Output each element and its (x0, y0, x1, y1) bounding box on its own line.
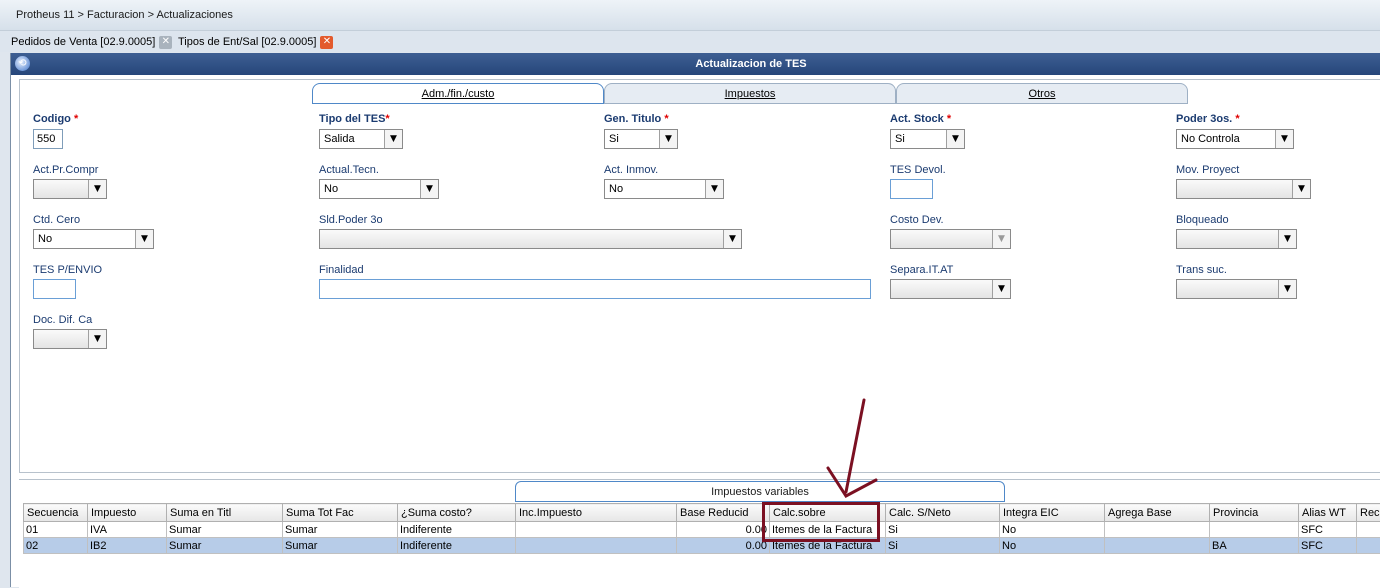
annotation-highlight-box (762, 502, 880, 542)
annotation-overlay (0, 0, 1380, 587)
annotation-arrow-icon (828, 400, 876, 496)
